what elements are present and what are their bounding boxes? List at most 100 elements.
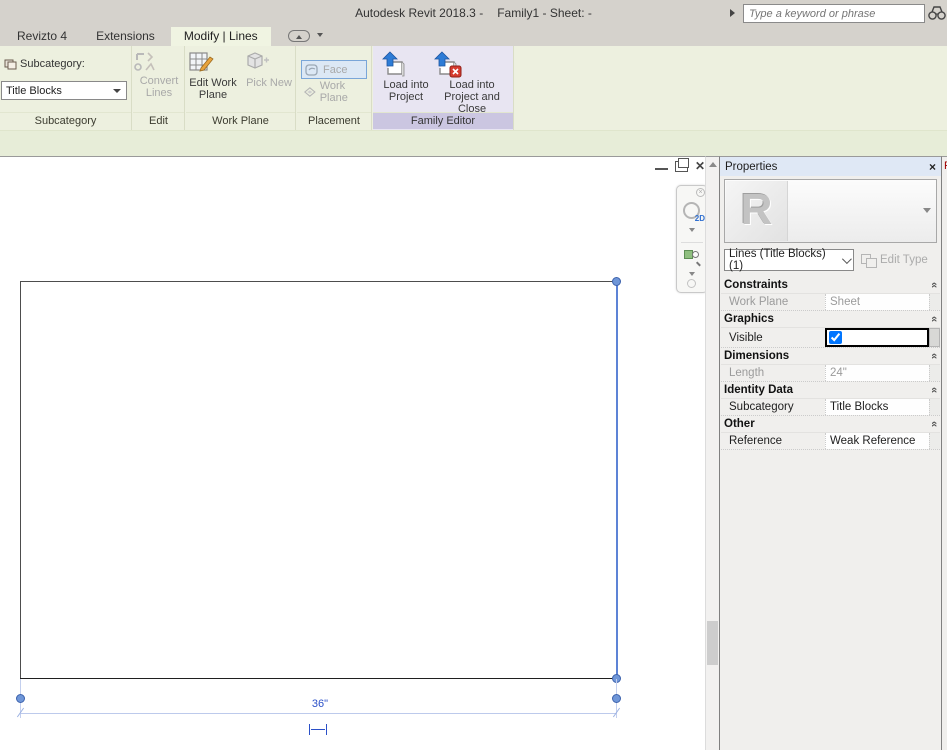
ribbon-minimize-button[interactable]	[288, 30, 310, 42]
collapse-chevron-icon[interactable]: «	[928, 353, 940, 359]
group-name: Dimensions	[724, 350, 931, 362]
associate-param-button[interactable]	[929, 328, 940, 347]
load-into-project-icon	[379, 50, 433, 78]
witness-drag-dot-right[interactable]	[612, 694, 621, 703]
edit-work-plane-button[interactable]: Edit Work Plane	[186, 48, 240, 110]
tab-modify-lines[interactable]: Modify | Lines	[171, 27, 271, 46]
convert-lines-label: Convert Lines	[140, 75, 179, 99]
view-close-icon[interactable]: ✕	[695, 161, 705, 172]
selection-endpoint-handle-top[interactable]	[612, 277, 621, 286]
panel-placement: Face Work Plane Placement	[297, 46, 372, 130]
associate-param-button[interactable]	[929, 433, 940, 449]
sketch-line-top[interactable]	[20, 281, 617, 282]
prop-value[interactable]: Weak Reference	[825, 433, 929, 449]
panel-edit: Convert Lines Edit	[133, 46, 185, 130]
collapse-chevron-icon[interactable]: «	[928, 387, 940, 393]
prop-value: 24"	[825, 365, 929, 381]
prop-group-dimensions[interactable]: Dimensions «	[721, 348, 940, 365]
search-expand-icon[interactable]	[730, 9, 735, 17]
temporary-dimension-line	[20, 713, 617, 714]
collapse-chevron-icon[interactable]: «	[928, 421, 940, 427]
collapse-chevron-icon[interactable]: «	[928, 316, 940, 322]
placement-work-plane-label: Work Plane	[320, 80, 367, 104]
associate-param-button	[929, 294, 940, 310]
scrollbar-up-arrow-icon[interactable]	[709, 162, 717, 167]
canvas-vertical-scrollbar[interactable]	[705, 156, 719, 750]
prop-value-visible[interactable]	[825, 328, 929, 347]
revit-logo: R	[741, 185, 773, 234]
view-restore-icon[interactable]	[675, 161, 688, 172]
face-label: Face	[323, 64, 347, 76]
prop-group-graphics[interactable]: Graphics «	[721, 311, 940, 328]
edit-type-label: Edit Type	[880, 254, 928, 266]
properties-close-icon[interactable]: ×	[929, 160, 936, 174]
search-binoculars-icon[interactable]	[928, 5, 946, 21]
panel-label-family-editor[interactable]: Family Editor	[373, 112, 513, 129]
face-button[interactable]: Face	[301, 60, 367, 79]
steering-wheel-icon[interactable]: 2D	[683, 202, 700, 219]
properties-header[interactable]: Properties ×	[720, 157, 941, 176]
sketch-line-left[interactable]	[20, 281, 21, 679]
view-minimize-icon[interactable]	[655, 161, 668, 170]
witness-drag-dot-left[interactable]	[16, 694, 25, 703]
ribbon-minimize-dropdown-icon[interactable]	[317, 33, 323, 37]
tab-revizto-4[interactable]: Revizto 4	[4, 27, 80, 46]
collapse-chevron-icon[interactable]: «	[928, 282, 940, 288]
prop-value[interactable]: Title Blocks	[825, 399, 929, 415]
panel-label-subcategory[interactable]: Subcategory	[0, 112, 131, 129]
properties-title: Properties	[725, 161, 929, 173]
associate-param-button[interactable]	[929, 399, 940, 415]
prop-group-identity-data[interactable]: Identity Data «	[721, 382, 940, 399]
drawing-canvas[interactable]: ✕ × 2D 36"	[0, 156, 705, 750]
group-name: Other	[724, 418, 931, 430]
subcategory-caption: Subcategory:	[4, 58, 85, 70]
zoom-region-icon[interactable]	[684, 248, 700, 264]
panel-label-work-plane[interactable]: Work Plane	[186, 112, 295, 129]
zoom-options-chevron-icon[interactable]	[689, 272, 695, 276]
navigation-bar-divider	[681, 242, 703, 243]
prop-group-other[interactable]: Other «	[721, 416, 940, 433]
type-selector[interactable]: R	[724, 179, 937, 243]
visible-checkbox[interactable]	[829, 331, 842, 344]
prop-row-work-plane: Work Plane Sheet	[721, 294, 940, 311]
work-plane-icon	[304, 86, 316, 98]
prop-row-reference: Reference Weak Reference	[721, 433, 940, 450]
properties-palette: Properties × R Lines (Title Blocks) (1) …	[719, 156, 941, 750]
panel-label-edit[interactable]: Edit	[133, 112, 184, 129]
edit-type-icon	[861, 254, 876, 267]
subcategory-dropdown[interactable]: Title Blocks	[1, 81, 127, 100]
pick-new-button[interactable]: Pick New	[242, 48, 296, 110]
element-filter-value: Lines (Title Blocks) (1)	[729, 248, 842, 272]
convert-lines-button[interactable]: Convert Lines	[132, 48, 186, 110]
load-into-project-label: Load into Project	[383, 79, 428, 103]
navigation-bar-close-icon[interactable]: ×	[696, 188, 705, 197]
sketch-line-bottom[interactable]	[20, 678, 617, 679]
chevron-down-icon	[113, 89, 121, 93]
prop-label: Subcategory	[721, 399, 825, 415]
magnifier-handle	[696, 262, 701, 267]
app-title: Autodesk Revit 2018.3 -	[355, 6, 483, 20]
prop-group-constraints[interactable]: Constraints «	[721, 277, 940, 294]
search-input[interactable]	[743, 4, 925, 23]
sketch-line-right-selected[interactable]	[616, 282, 618, 679]
magnifier-lens	[692, 251, 699, 258]
prop-row-subcategory: Subcategory Title Blocks	[721, 399, 940, 416]
make-dimension-permanent-icon[interactable]	[309, 724, 327, 735]
subcategory-dropdown-value: Title Blocks	[2, 85, 113, 97]
group-name: Constraints	[724, 279, 931, 291]
prop-label: Length	[721, 365, 825, 381]
load-into-project-and-close-icon	[431, 50, 513, 78]
element-filter-dropdown[interactable]: Lines (Title Blocks) (1)	[724, 249, 854, 271]
edit-type-button[interactable]: Edit Type	[859, 249, 937, 271]
tab-extensions[interactable]: Extensions	[83, 27, 168, 46]
temporary-dimension-value[interactable]: 36"	[270, 698, 370, 710]
panel-label-placement[interactable]: Placement	[297, 112, 371, 129]
load-into-project-and-close-button[interactable]: Load into Project and Close	[431, 48, 513, 110]
wheel-options-chevron-icon[interactable]	[689, 228, 695, 232]
subcategory-caption-label: Subcategory:	[20, 58, 85, 70]
load-into-project-button[interactable]: Load into Project	[379, 48, 433, 110]
scrollbar-thumb[interactable]	[707, 621, 718, 665]
docked-panel-sliver: P	[941, 156, 947, 750]
type-selector-dropdown-icon[interactable]	[923, 208, 931, 213]
placement-work-plane-button[interactable]: Work Plane	[301, 82, 367, 101]
